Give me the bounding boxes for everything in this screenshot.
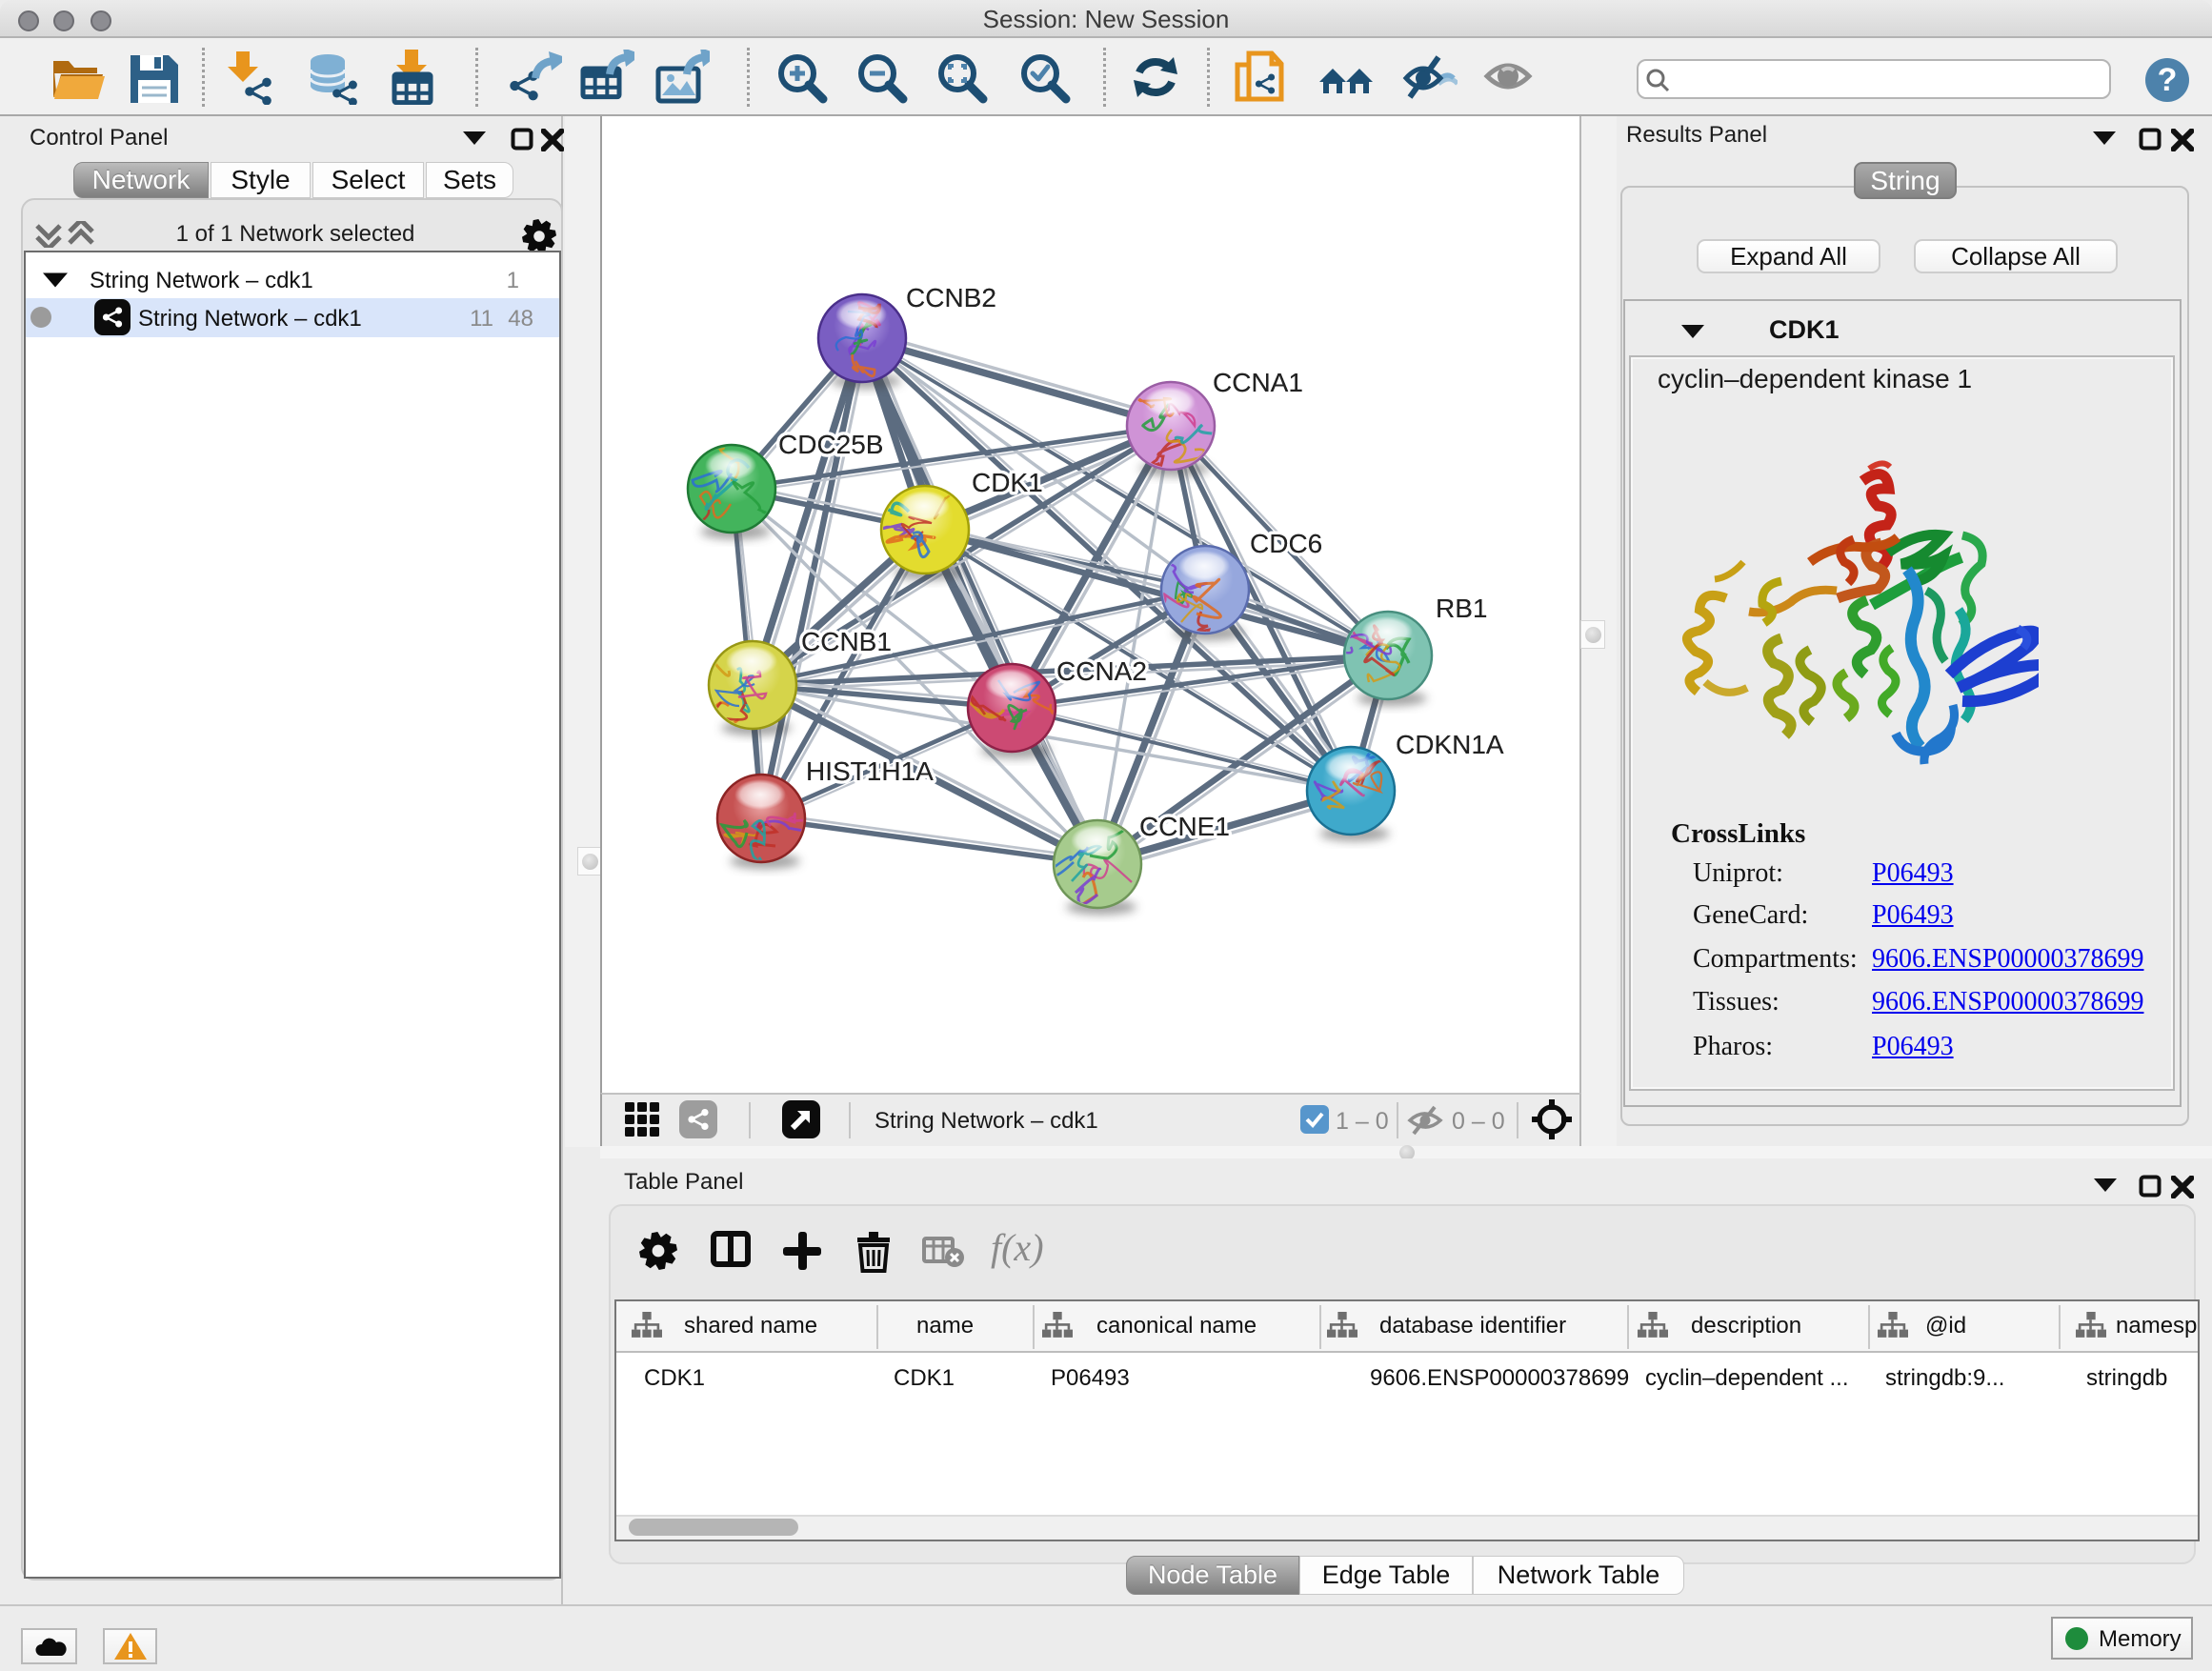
svg-text:HIST1H1A: HIST1H1A bbox=[806, 756, 934, 786]
svg-text:CDKN1A: CDKN1A bbox=[1396, 730, 1504, 759]
svg-text:CDC6: CDC6 bbox=[1250, 529, 1322, 558]
svg-text:CCNA1: CCNA1 bbox=[1213, 368, 1303, 397]
svg-text:CDK1: CDK1 bbox=[972, 468, 1043, 497]
svg-text:CCNB1: CCNB1 bbox=[801, 627, 892, 656]
svg-text:CDC25B: CDC25B bbox=[778, 430, 883, 459]
svg-text:CCNE1: CCNE1 bbox=[1139, 812, 1230, 841]
svg-text:CCNB2: CCNB2 bbox=[906, 283, 996, 312]
svg-text:RB1: RB1 bbox=[1436, 594, 1487, 623]
svg-text:CCNA2: CCNA2 bbox=[1056, 656, 1147, 686]
